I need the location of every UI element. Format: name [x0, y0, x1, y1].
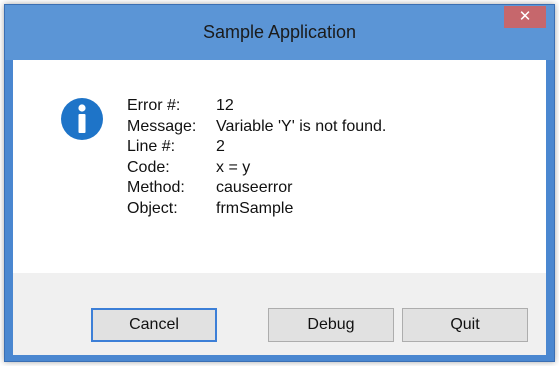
- error-number-value: 12: [216, 97, 234, 114]
- detail-row-object: Object: frmSample: [127, 199, 386, 220]
- message-value: Variable 'Y' is not found.: [216, 117, 387, 135]
- close-icon: ✕: [518, 8, 532, 25]
- info-icon: [61, 98, 103, 140]
- close-button[interactable]: ✕: [504, 6, 546, 28]
- line-number-label: Line #:: [127, 138, 176, 155]
- line-number-value: 2: [216, 138, 225, 155]
- dialog-body: Error #: 12 Message: Variable 'Y' is not…: [13, 60, 546, 355]
- message-label: Message:: [127, 117, 197, 135]
- cancel-button[interactable]: Cancel: [91, 308, 217, 342]
- detail-row-code: Code: x = y: [127, 158, 386, 179]
- object-value: frmSample: [216, 199, 294, 217]
- detail-row-error-number: Error #: 12: [127, 96, 386, 117]
- error-details: Error #: 12 Message: Variable 'Y' is not…: [127, 96, 386, 219]
- title-bar[interactable]: Sample Application ✕: [5, 5, 554, 60]
- code-value: x = y: [216, 158, 251, 176]
- code-label: Code:: [127, 158, 170, 176]
- button-bar: Cancel Debug Quit: [13, 273, 546, 355]
- method-label: Method:: [127, 179, 185, 196]
- window-title: Sample Application: [202, 22, 357, 42]
- detail-row-message: Message: Variable 'Y' is not found.: [127, 117, 386, 138]
- detail-row-line-number: Line #: 2: [127, 137, 386, 158]
- dialog-window: Sample Application ✕ Error #: 12 Message…: [4, 4, 555, 362]
- quit-button[interactable]: Quit: [402, 308, 528, 342]
- message-area: Error #: 12 Message: Variable 'Y' is not…: [13, 60, 546, 273]
- debug-button[interactable]: Debug: [268, 308, 394, 342]
- method-value: causeerror: [216, 179, 293, 196]
- detail-row-method: Method: causeerror: [127, 178, 386, 199]
- error-number-label: Error #:: [127, 97, 181, 114]
- object-label: Object:: [127, 199, 178, 217]
